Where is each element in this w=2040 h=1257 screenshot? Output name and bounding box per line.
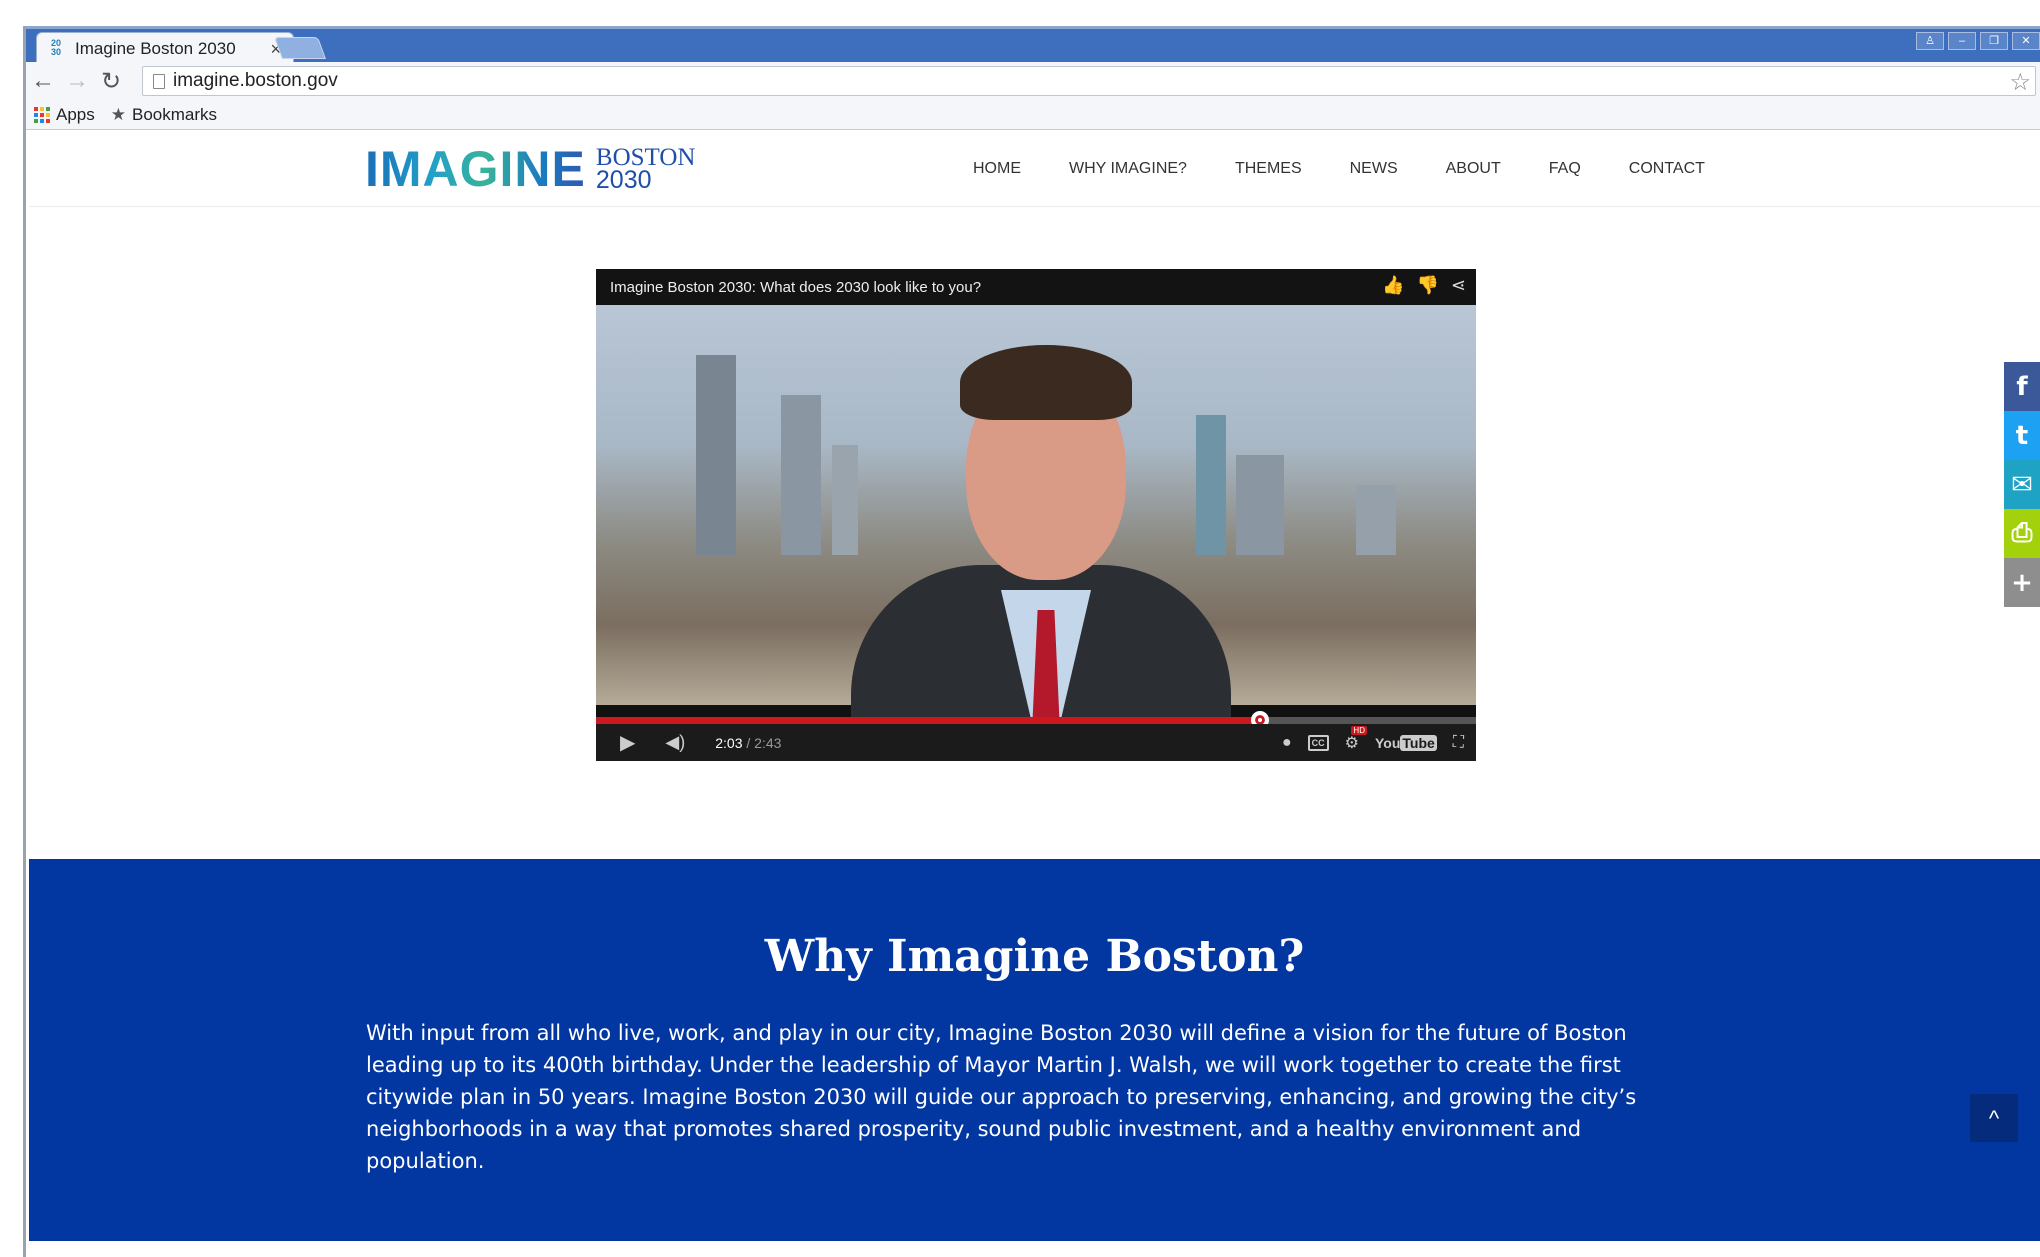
- share-sidebar: f t ✉ ⎙ +: [2004, 362, 2040, 607]
- print-button[interactable]: ⎙: [2004, 509, 2040, 558]
- window-frame-left: [0, 26, 26, 1257]
- minimize-icon[interactable]: –: [1948, 32, 1976, 50]
- close-window-icon[interactable]: ✕: [2012, 32, 2040, 50]
- nav-why-imagine[interactable]: WHY IMAGINE?: [1069, 160, 1187, 178]
- captions-icon[interactable]: CC: [1307, 735, 1329, 751]
- back-to-top-button[interactable]: ^: [1970, 1094, 2018, 1142]
- favicon-bottom: 30: [51, 47, 62, 57]
- twitter-icon: t: [2015, 420, 2029, 451]
- tab-title: Imagine Boston 2030: [75, 39, 236, 58]
- apps-label: Apps: [56, 104, 95, 124]
- video-progress-fill: [596, 717, 1260, 724]
- nav-faq[interactable]: FAQ: [1549, 160, 1581, 178]
- page-icon: [153, 73, 165, 89]
- main-nav: HOME WHY IMAGINE? THEMES NEWS ABOUT FAQ …: [973, 160, 1705, 178]
- print-icon: ⎙: [2011, 518, 2033, 548]
- current-time: 2:03: [715, 734, 743, 751]
- hd-badge: HD: [1351, 726, 1367, 735]
- profile-icon[interactable]: ♙: [1916, 32, 1944, 50]
- video-actions: 👍 👎 ⋖: [1382, 275, 1466, 296]
- logo-subtitle: BOSTON 2030: [595, 145, 696, 194]
- volume-icon[interactable]: ◀): [665, 732, 685, 753]
- back-icon[interactable]: ←: [26, 67, 60, 95]
- more-share-button[interactable]: +: [2004, 558, 2040, 607]
- video-title-bar: Imagine Boston 2030: What does 2030 look…: [596, 269, 1476, 305]
- share-icon[interactable]: ⋖: [1451, 275, 1466, 296]
- video-frame: [596, 305, 1476, 745]
- fullscreen-icon[interactable]: ⛶: [1453, 734, 1464, 752]
- settings-icon[interactable]: ⚙ HD: [1345, 726, 1367, 753]
- nav-themes[interactable]: THEMES: [1235, 160, 1302, 178]
- logo-year: 2030: [595, 166, 652, 194]
- nav-about[interactable]: ABOUT: [1446, 160, 1501, 178]
- youtube-you: You: [1374, 735, 1401, 751]
- like-icon[interactable]: 👍: [1382, 275, 1404, 296]
- why-heading: Why Imagine Boston?: [764, 931, 1305, 982]
- bookmark-star-icon[interactable]: ☆: [2009, 68, 2031, 97]
- apps-grid-icon: [34, 106, 50, 123]
- window-controls: ♙ – ❐ ✕: [1916, 32, 2040, 50]
- video-controls: ▶ ◀) 2:03 / 2:43 ● CC ⚙ HD You Tube ⛶: [596, 724, 1476, 761]
- bookmarks-label: Bookmarks: [132, 104, 218, 124]
- restore-icon[interactable]: ❐: [1980, 32, 2008, 50]
- youtube-tube: Tube: [1400, 735, 1437, 751]
- address-bar[interactable]: imagine.boston.gov ☆: [142, 66, 2036, 96]
- youtube-logo-icon[interactable]: You Tube: [1375, 735, 1437, 751]
- bookmarks-folder[interactable]: ★ Bookmarks: [111, 105, 217, 125]
- apps-shortcut[interactable]: Apps: [34, 105, 95, 125]
- facebook-share-button[interactable]: f: [2004, 362, 2040, 411]
- video-player[interactable]: Imagine Boston 2030: What does 2030 look…: [596, 269, 1476, 761]
- tab-strip: 20 30 Imagine Boston 2030 × ♙ – ❐ ✕: [26, 26, 2040, 65]
- duration: / 2:43: [746, 734, 782, 751]
- site-logo[interactable]: IMAGINE BOSTON 2030: [365, 141, 696, 197]
- browser-toolbar: ← → ↻ imagine.boston.gov ☆: [26, 62, 2040, 100]
- video-progress-bar[interactable]: [596, 711, 1476, 729]
- logo-imagine: IMAGINE: [365, 141, 586, 197]
- nav-contact[interactable]: CONTACT: [1629, 160, 1705, 178]
- video-time: 2:03 / 2:43: [715, 735, 781, 751]
- dislike-icon[interactable]: 👎: [1416, 275, 1438, 296]
- bookmarks-star-icon: ★: [110, 104, 126, 124]
- video-title[interactable]: Imagine Boston 2030: What does 2030 look…: [610, 279, 981, 296]
- url-text: imagine.boston.gov: [173, 70, 338, 91]
- nav-home[interactable]: HOME: [973, 160, 1021, 178]
- page-bottom: [29, 1241, 2040, 1257]
- video-controls-right: ● CC ⚙ HD You Tube ⛶: [1282, 726, 1464, 753]
- twitter-share-button[interactable]: t: [2004, 411, 2040, 460]
- annotations-icon[interactable]: ●: [1282, 734, 1292, 752]
- page-root: 20 30 Imagine Boston 2030 × ♙ – ❐ ✕ ← → …: [0, 0, 2040, 1257]
- tab-imagine-boston[interactable]: 20 30 Imagine Boston 2030 ×: [36, 32, 294, 65]
- why-section: Why Imagine Boston? With input from all …: [29, 859, 2040, 1241]
- plus-icon: +: [2011, 567, 2033, 598]
- site-favicon-icon: 20 30: [51, 39, 67, 59]
- nav-news[interactable]: NEWS: [1350, 160, 1398, 178]
- reload-icon[interactable]: ↻: [94, 67, 128, 96]
- email-share-button[interactable]: ✉: [2004, 460, 2040, 509]
- forward-icon[interactable]: →: [60, 67, 94, 95]
- person-hair: [960, 345, 1132, 420]
- why-paragraph: With input from all who live, work, and …: [366, 1021, 1637, 1173]
- bookmarks-bar: Apps ★ Bookmarks: [26, 100, 2040, 130]
- facebook-icon: f: [2016, 371, 2028, 402]
- play-icon[interactable]: ▶: [620, 730, 635, 755]
- new-tab-button[interactable]: [273, 37, 327, 59]
- email-icon: ✉: [2011, 469, 2033, 500]
- site-header: IMAGINE BOSTON 2030 HOME WHY IMAGINE? TH…: [29, 131, 2040, 207]
